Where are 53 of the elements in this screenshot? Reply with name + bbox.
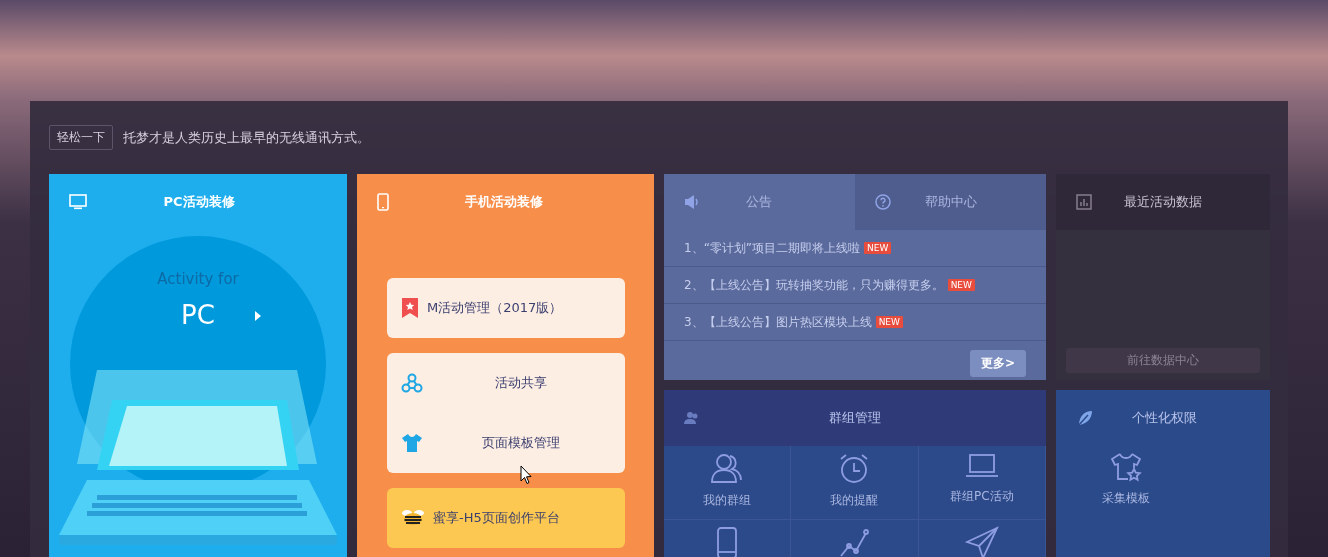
link-label: 活动共享 xyxy=(494,374,548,392)
activity-heading: PC xyxy=(181,300,215,330)
pc-card[interactable]: PC活动装修 Activity for PC xyxy=(49,174,347,557)
card-title: 手机活动装修 xyxy=(463,193,544,211)
line-chart-icon xyxy=(838,526,871,557)
feather-icon xyxy=(1076,409,1094,427)
menu-link[interactable]: 蜜享-H5页面创作平台 xyxy=(401,488,611,548)
card-title: 最近活动数据 xyxy=(1123,193,1203,211)
paper-plane-icon xyxy=(964,526,999,557)
shirt-icon xyxy=(401,433,423,453)
tip-text: 托梦才是人类历史上最早的无线通讯方式。 xyxy=(123,128,370,147)
users-icon xyxy=(710,452,745,484)
notice-item[interactable]: 2、【上线公告】玩转抽奖功能，只为赚得更多。 NEW xyxy=(664,267,1046,304)
share-icon xyxy=(401,373,423,393)
card-title: 群组管理 xyxy=(828,409,882,427)
tip-tag: 轻松一下 xyxy=(49,125,113,150)
shirt-star-icon xyxy=(1110,452,1142,482)
link-label: 蜜享-H5页面创作平台 xyxy=(433,509,560,527)
notice-text: 3、【上线公告】图片热区模块上线 xyxy=(684,313,872,331)
notice-text: 1、“零计划”项目二期即将上线啦 xyxy=(684,239,861,257)
notice-text: 2、【上线公告】玩转抽奖功能，只为赚得更多。 xyxy=(684,276,944,294)
caret-icon xyxy=(255,311,261,321)
new-badge: NEW xyxy=(875,316,903,328)
tab[interactable]: 帮助中心 xyxy=(855,174,1046,230)
new-badge: NEW xyxy=(864,242,892,254)
more-button[interactable]: 更多> xyxy=(969,350,1026,377)
speaker-icon xyxy=(684,194,698,210)
link-label: M活动管理（2017版） xyxy=(427,299,563,317)
bee-icon xyxy=(401,509,425,527)
menu-tile[interactable]: 我的群组 xyxy=(664,446,792,520)
menu-link[interactable]: M活动管理（2017版） xyxy=(401,278,611,338)
menu-tile[interactable]: 我的提醒 xyxy=(791,446,919,520)
menu-link[interactable]: 活动共享 xyxy=(401,353,611,413)
data-center-button[interactable]: 前往数据中心 xyxy=(1066,348,1260,373)
bar-chart-icon xyxy=(1076,194,1092,210)
menu-tile[interactable]: 群组PC活动 xyxy=(918,446,1046,520)
activity-subtitle: Activity for xyxy=(157,270,239,288)
card-title: PC活动装修 xyxy=(162,193,236,211)
card-title: 个性化权限 xyxy=(1130,409,1198,427)
notice-item[interactable]: 3、【上线公告】图片热区模块上线 NEW xyxy=(664,304,1046,341)
menu-link[interactable]: 页面模板管理 xyxy=(401,413,611,473)
monitor-icon xyxy=(69,194,87,210)
phone-icon xyxy=(377,193,389,211)
phone-icon xyxy=(716,526,739,557)
menu-tile[interactable]: 采集模板 xyxy=(1076,446,1176,520)
bookmark-icon xyxy=(401,297,419,319)
notice-item[interactable]: 1、“零计划”项目二期即将上线啦 NEW xyxy=(664,230,1046,267)
link-label: 页面模板管理 xyxy=(481,434,561,452)
cursor-icon xyxy=(520,465,532,485)
help-icon xyxy=(875,194,891,210)
new-badge: NEW xyxy=(947,279,975,291)
laptop-icon xyxy=(963,452,1000,480)
users-icon xyxy=(684,411,700,425)
